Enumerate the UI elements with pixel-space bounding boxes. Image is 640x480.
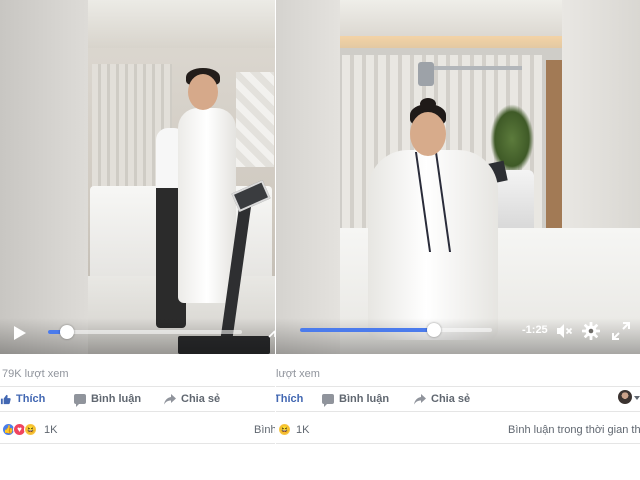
live-comments-link[interactable]: Bình — [254, 424, 276, 436]
video-frame-lamp — [418, 62, 434, 86]
share-button[interactable]: Chia sẻ — [164, 393, 220, 405]
like-label: Thích — [276, 393, 304, 405]
video-progress-bar[interactable] — [300, 323, 492, 337]
video-frame-wall-left — [276, 0, 340, 354]
fullscreen-icon[interactable] — [612, 322, 630, 340]
video-frame-lamp-arm — [426, 66, 522, 70]
share-label: Chia sẻ — [181, 393, 221, 405]
video-frame-woman-robe — [178, 108, 236, 303]
action-bar: Thích Bình luận Chia sẻ — [276, 386, 640, 412]
right-video[interactable]: -1:25 — [276, 0, 640, 354]
view-count: 79K lượt xem — [2, 368, 69, 380]
comment-button[interactable]: Bình luận — [322, 393, 390, 407]
left-video[interactable] — [0, 0, 276, 354]
play-icon[interactable] — [14, 326, 26, 340]
video-controls — [0, 318, 276, 354]
comment-label: Bình luận — [339, 393, 390, 405]
video-frame-head — [188, 74, 218, 110]
like-label: Thích — [16, 393, 46, 405]
reaction-count[interactable]: 1K — [296, 424, 309, 436]
comment-label: Bình luận — [91, 393, 142, 405]
reaction-haha-icon[interactable]: 😆 — [278, 423, 291, 436]
reactions-bar: 😆 1K Bình luận trong thời gian thực — [276, 416, 640, 444]
comment-button[interactable]: Bình luận — [74, 393, 142, 407]
right-video-post: -1:25 lượt xem Thích Bình luận Chia sẻ 😆… — [276, 0, 640, 460]
view-count: lượt xem — [276, 368, 320, 380]
video-frame-ceiling — [340, 0, 562, 40]
panel-divider — [275, 0, 276, 460]
share-label: Chia sẻ — [431, 393, 471, 405]
live-comments-link[interactable]: Bình luận trong thời gian thực — [508, 424, 640, 436]
mute-icon[interactable] — [557, 324, 573, 338]
share-button[interactable]: Chia sẻ — [414, 393, 470, 405]
progress-fill — [300, 328, 435, 332]
share-icon — [164, 393, 176, 404]
like-button[interactable]: Thích — [0, 393, 45, 405]
avatar[interactable] — [618, 390, 632, 404]
video-frame-ceiling-light — [340, 36, 562, 48]
video-frame-hair-bun — [420, 98, 436, 110]
video-frame-wall — [0, 0, 90, 354]
comment-icon — [322, 394, 334, 407]
like-thumb-icon — [0, 394, 11, 404]
video-frame-ceiling — [88, 0, 276, 48]
gear-icon[interactable] — [582, 322, 600, 340]
video-frame-wall-art — [236, 72, 274, 167]
video-progress-bar[interactable] — [48, 325, 242, 339]
reaction-haha-icon[interactable]: 😆 — [24, 423, 37, 436]
left-video-post: 79K lượt xem Thích Bình luận Chia sẻ 👍 ♥… — [0, 0, 276, 460]
chevron-down-icon[interactable] — [634, 396, 640, 400]
reaction-count[interactable]: 1K — [44, 424, 57, 436]
share-icon — [414, 393, 426, 404]
reactions-bar: 👍 ♥ 😆 1K Bình — [0, 416, 276, 444]
page-footer-space — [0, 458, 640, 480]
time-remaining: -1:25 — [522, 324, 548, 336]
comment-icon — [74, 394, 86, 407]
video-frame-head — [410, 112, 446, 156]
action-bar: Thích Bình luận Chia sẻ — [0, 386, 276, 412]
like-button[interactable]: Thích — [276, 393, 303, 405]
